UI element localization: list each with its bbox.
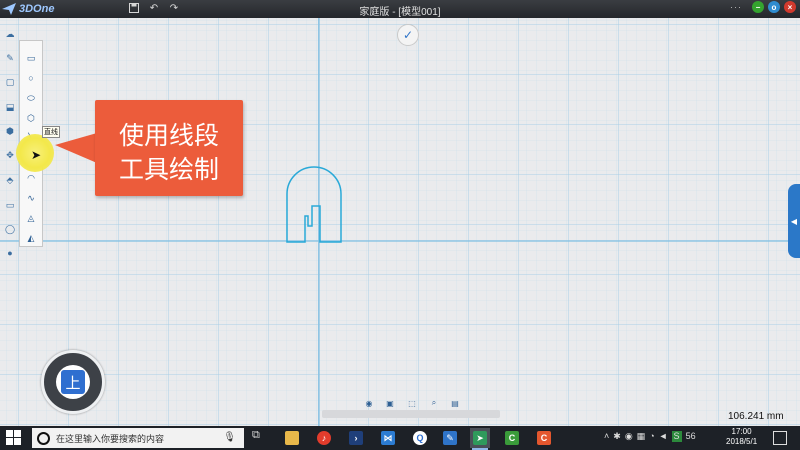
- window-title: 家庭版 - [模型001]: [359, 7, 441, 18]
- mouse-cursor-icon: ➤: [31, 148, 42, 162]
- right-panel-tab[interactable]: ◀: [788, 184, 800, 258]
- netease-music-icon[interactable]: ♪: [314, 428, 334, 448]
- callout-line-1: 使用线段: [118, 122, 219, 150]
- system-tray: ˄ ✱ ◉ ▦ ◔ ◄ S 56: [604, 431, 696, 442]
- view-eye-icon[interactable]: ◉: [364, 398, 374, 408]
- cortana-icon: [37, 431, 50, 445]
- callout-pointer: [55, 133, 97, 163]
- view-orientation-button[interactable]: 上: [41, 350, 105, 414]
- instruction-callout: 使用线段 工具绘制: [95, 100, 243, 196]
- more-menu-icon[interactable]: ···: [730, 2, 742, 12]
- sketch-tool-icon[interactable]: ✎: [3, 51, 17, 65]
- network-icon[interactable]: ▦: [637, 431, 646, 442]
- confirm-check-button[interactable]: ✓: [397, 24, 419, 46]
- material-tool-icon[interactable]: ◯: [3, 222, 17, 236]
- taskbar-search[interactable]: 在这里输入你要搜索的内容 🎙: [32, 428, 244, 448]
- microphone-icon[interactable]: 🎙: [223, 432, 236, 443]
- view-fit-icon[interactable]: ▣: [385, 398, 395, 408]
- fill-icon[interactable]: ◭: [24, 231, 38, 245]
- polygon-icon[interactable]: ⬡: [24, 111, 38, 125]
- file-explorer-icon[interactable]: [282, 428, 302, 448]
- modify-tool-icon[interactable]: ⬢: [3, 124, 17, 138]
- tray-badge[interactable]: 56: [686, 431, 696, 442]
- tray-expand-icon[interactable]: ˄: [604, 431, 609, 442]
- taskbar-clock[interactable]: 17:00 2018/5/1: [726, 427, 757, 447]
- arc-icon[interactable]: ◠: [24, 171, 38, 185]
- left-toolbar: ☁ ✎ ▢ ⬓ ⬢ ✥ ⬘ ▭ ◯ ●: [2, 18, 18, 260]
- powershell-icon[interactable]: ›: [346, 428, 366, 448]
- circle-icon[interactable]: ○: [24, 71, 38, 85]
- task-view-icon[interactable]: ⧉: [252, 429, 260, 442]
- wifi-icon[interactable]: ◔: [649, 431, 654, 442]
- offset-icon[interactable]: ◬: [24, 211, 38, 225]
- view-zoom-icon[interactable]: ⌕: [429, 398, 439, 408]
- rectangle-icon[interactable]: ▭: [24, 51, 38, 65]
- sketch-grid: [0, 18, 800, 426]
- windows-start-icon[interactable]: [6, 430, 22, 446]
- view-label: 上: [61, 370, 85, 394]
- render-tool-icon[interactable]: ●: [3, 246, 17, 260]
- view-inner-disc: 上: [56, 365, 90, 399]
- spline-icon[interactable]: ∿: [24, 191, 38, 205]
- close-button[interactable]: ×: [784, 1, 796, 13]
- clock-date: 2018/5/1: [726, 437, 758, 446]
- primitive-tool-icon[interactable]: ☁: [3, 27, 17, 41]
- clock-time: 17:00: [731, 427, 752, 436]
- ellipse-icon[interactable]: ⬭: [24, 91, 38, 105]
- search-placeholder: 在这里输入你要搜索的内容: [56, 433, 165, 444]
- title-bar: 3DOne ↶ ↷ 家庭版 - [模型001] ··· − o ×: [0, 0, 800, 18]
- bluetooth-icon[interactable]: ✱: [613, 431, 621, 442]
- 3done-taskbar-icon[interactable]: ➤: [470, 428, 490, 450]
- transform-tool-icon[interactable]: ✥: [3, 148, 17, 162]
- bottom-tray: [322, 410, 500, 418]
- callout-line-2: 工具绘制: [118, 156, 219, 184]
- feature-tool-icon[interactable]: ⬓: [3, 100, 17, 114]
- sketch-edit-icon[interactable]: ▢: [3, 75, 17, 89]
- qq-browser-icon[interactable]: Q: [410, 428, 430, 448]
- minimize-button[interactable]: −: [752, 1, 764, 13]
- bottom-view-toolbar: ◉ ▣ ⬚ ⌕ ▤: [322, 396, 500, 420]
- taskbar: 在这里输入你要搜索的内容 🎙 ⧉ ♪ › ⋈ Q ✎ ➤ C C ˄ ✱ ◉ ▦…: [0, 426, 800, 450]
- view-display-icon[interactable]: ▤: [450, 398, 460, 408]
- camtasia-recorder-icon[interactable]: C: [534, 428, 554, 448]
- drawing-canvas[interactable]: [0, 18, 800, 426]
- maximize-button[interactable]: o: [768, 1, 780, 13]
- notification-center-icon[interactable]: [773, 431, 787, 445]
- input-method-icon[interactable]: S: [671, 431, 682, 442]
- security-icon[interactable]: ◉: [625, 431, 633, 442]
- measurement-readout: 106.241 mm: [728, 411, 784, 422]
- camtasia-icon[interactable]: C: [502, 428, 522, 448]
- combine-tool-icon[interactable]: ⬘: [3, 173, 17, 187]
- measure-tool-icon[interactable]: ▭: [3, 198, 17, 212]
- notes-app-icon[interactable]: ✎: [440, 428, 460, 448]
- view-cube-icon[interactable]: ⬚: [407, 398, 417, 408]
- volume-icon[interactable]: ◄: [659, 431, 668, 442]
- vscode-icon[interactable]: ⋈: [378, 428, 398, 448]
